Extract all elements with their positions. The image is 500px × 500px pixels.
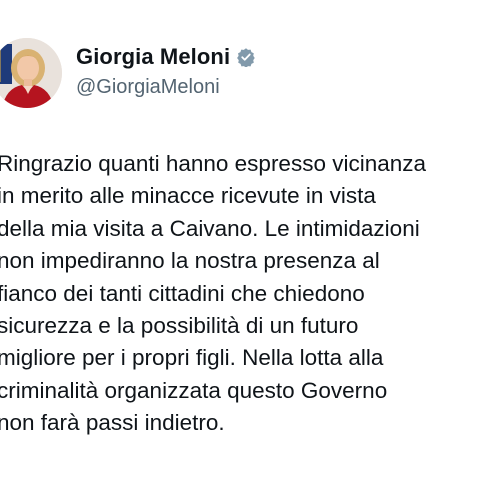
tweet-line: in merito alle minacce ricevute in vista	[0, 183, 376, 209]
tweet-header: Giorgia Meloni @GiorgiaMeloni	[0, 38, 500, 110]
avatar[interactable]	[0, 38, 62, 108]
tweet-line: fianco dei tanti cittadini che chiedono	[0, 280, 365, 306]
verified-badge-icon	[236, 47, 256, 68]
tweet-line: sicurezza e la possibilità di un futuro	[0, 313, 359, 339]
tweet-card: Giorgia Meloni @GiorgiaMeloni Ringrazio …	[0, 0, 500, 500]
tweet-line: non farà passi indietro.	[0, 410, 225, 436]
tweet-line: migliore per i propri figli. Nella lotta…	[0, 345, 384, 371]
display-name[interactable]: Giorgia Meloni	[76, 44, 230, 70]
tweet-line: non impediranno la nostra presenza al	[0, 248, 380, 274]
tweet-line: Ringrazio quanti hanno espresso vicinanz…	[0, 151, 427, 176]
tweet-line: della mia visita a Caivano. Le intimidaz…	[0, 215, 420, 241]
avatar-image	[0, 38, 62, 108]
name-row: Giorgia Meloni	[76, 44, 256, 70]
user-handle[interactable]: @GiorgiaMeloni	[76, 76, 220, 99]
tweet-text: Ringrazio quanti hanno espresso vicinanz…	[0, 148, 500, 440]
tweet-line: criminalità organizzata questo Governo	[0, 377, 388, 403]
